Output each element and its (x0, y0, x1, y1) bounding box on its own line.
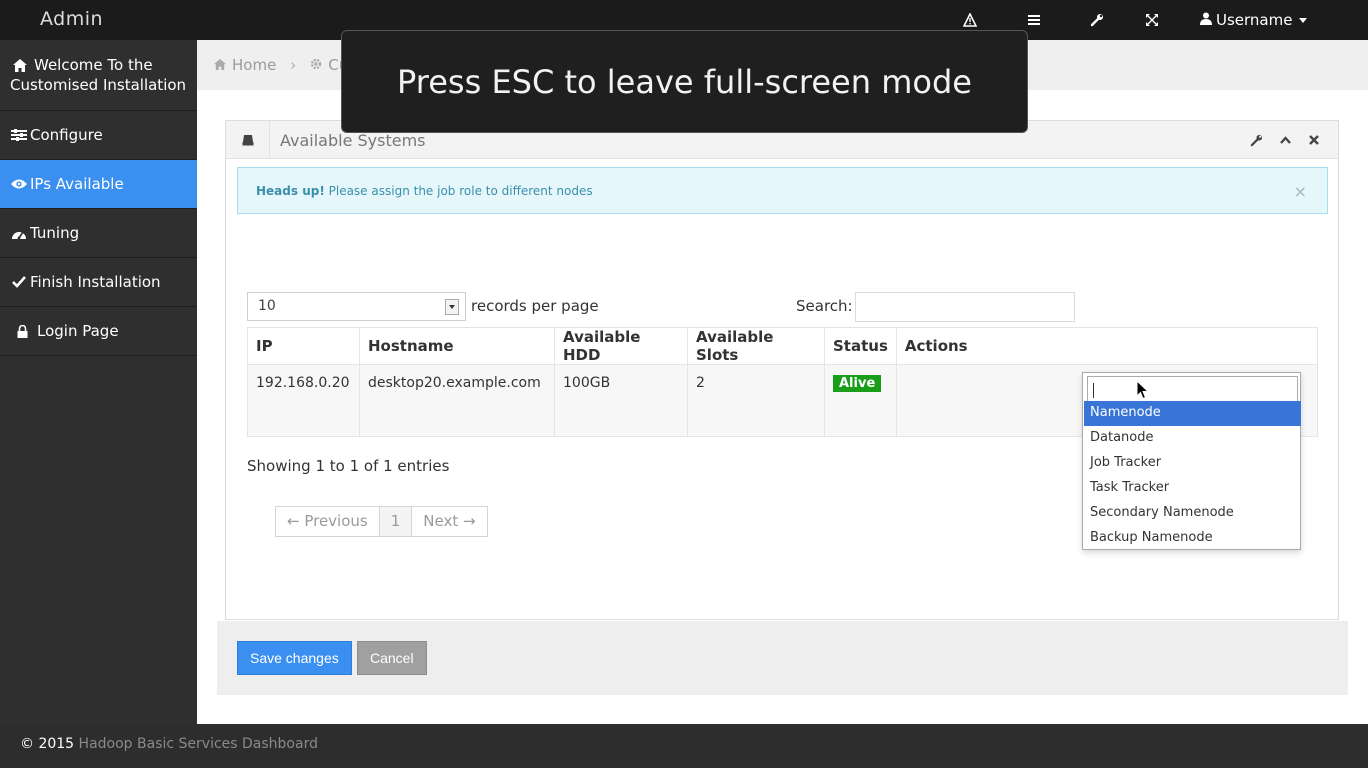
role-option-task-tracker[interactable]: Task Tracker (1084, 476, 1301, 501)
chevron-up-icon[interactable] (1278, 133, 1292, 147)
column-header[interactable]: Available HDD (554, 327, 688, 365)
page-length-select[interactable]: 10 (247, 292, 466, 321)
close-icon[interactable] (1307, 133, 1321, 147)
role-option-backup-namenode[interactable]: Backup Namenode (1084, 526, 1301, 551)
brand-title[interactable]: Admin (40, 8, 103, 30)
sidebar-item-login-page[interactable]: Login Page (0, 307, 197, 356)
fullscreen-notice: Press ESC to leave full-screen mode (341, 30, 1028, 133)
home-icon (12, 57, 28, 73)
mouse-cursor-icon (1136, 380, 1150, 400)
save-changes-button[interactable]: Save changes (237, 641, 352, 675)
breadcrumb-home-link[interactable]: Home (232, 56, 276, 74)
copyright-text: © 2015 (20, 736, 75, 752)
table-header-row: IP Hostname Available HDD Available Slot… (247, 327, 1319, 365)
table-info: Showing 1 to 1 of 1 entries (247, 457, 450, 475)
sidebar-item-label: Customised Installation (10, 76, 187, 94)
wrench-icon[interactable] (1249, 133, 1263, 147)
chevron-right-icon: › (290, 56, 297, 74)
role-option-datanode[interactable]: Datanode (1084, 426, 1301, 451)
column-header[interactable]: Status (824, 327, 897, 365)
sidebar-item-label: Configure (30, 126, 103, 144)
dashboard-icon (11, 225, 27, 241)
previous-page-button[interactable]: ← Previous (276, 507, 380, 536)
sidebar-item-welcome[interactable]: Welcome To the Customised Installation (0, 40, 197, 111)
ip-cell: 192.168.0.20 (247, 364, 360, 437)
sidebar-item-label: Finish Installation (30, 273, 161, 291)
text-caret (1093, 383, 1094, 398)
status-cell: Alive (824, 364, 897, 437)
alert-close-button[interactable]: × (1294, 182, 1307, 201)
user-icon (1200, 11, 1212, 29)
page-length-value: 10 (258, 298, 276, 314)
column-header[interactable]: Available Slots (687, 327, 825, 365)
records-per-page-label: records per page (471, 297, 599, 315)
hostname-cell: desktop20.example.com (359, 364, 555, 437)
sidebar-item-configure[interactable]: Configure (0, 111, 197, 160)
slots-cell: 2 (687, 364, 825, 437)
role-option-namenode[interactable]: Namenode (1084, 401, 1301, 426)
warning-icon[interactable] (962, 12, 978, 28)
column-header[interactable]: Hostname (359, 327, 555, 365)
chevron-down-icon (445, 299, 459, 315)
list-icon[interactable] (1026, 12, 1042, 28)
sliders-icon (11, 127, 27, 143)
sidebar-item-label: Tuning (30, 224, 80, 242)
lock-icon (14, 323, 30, 339)
page-1-button[interactable]: 1 (379, 507, 413, 536)
sidebar-item-tuning[interactable]: Tuning (0, 209, 197, 258)
status-badge: Alive (833, 375, 882, 392)
chevron-down-icon (1299, 17, 1308, 23)
panel-title: Available Systems (280, 131, 426, 150)
home-icon (214, 56, 226, 74)
role-options-list: Namenode Datanode Job Tracker Task Track… (1084, 401, 1301, 551)
alert-text: Please assign the job role to different … (328, 184, 593, 198)
sidebar-item-label: Login Page (37, 322, 119, 340)
hdd-cell: 100GB (554, 364, 688, 437)
sidebar-item-ips-available[interactable]: IPs Available (0, 160, 197, 209)
role-option-secondary-namenode[interactable]: Secondary Namenode (1084, 501, 1301, 526)
search-label: Search: (796, 297, 853, 315)
sidebar: Welcome To the Customised Installation C… (0, 40, 197, 724)
alert-strong: Heads up! (256, 184, 325, 198)
footer: © 2015 Hadoop Basic Services Dashboard (0, 724, 1368, 768)
check-icon (11, 274, 27, 290)
hdd-icon (226, 121, 270, 159)
wrench-icon[interactable] (1089, 12, 1105, 28)
pagination: ← Previous 1 Next → (275, 506, 488, 537)
info-alert: Heads up! Please assign the job role to … (237, 167, 1328, 214)
role-search-input[interactable] (1087, 376, 1298, 403)
column-header[interactable]: Actions (895, 327, 1319, 365)
form-actions: Save changes Cancel (217, 621, 1348, 695)
username-label: Username (1216, 11, 1293, 29)
role-option-job-tracker[interactable]: Job Tracker (1084, 451, 1301, 476)
next-page-button[interactable]: Next → (412, 507, 486, 536)
job-role-dropdown: Namenode Datanode Job Tracker Task Track… (1082, 372, 1301, 550)
fullscreen-icon[interactable] (1144, 12, 1160, 28)
column-header[interactable]: IP (247, 327, 360, 365)
footer-link[interactable]: Hadoop Basic Services Dashboard (79, 736, 318, 752)
sidebar-item-label: Welcome To the (34, 56, 153, 74)
search-input[interactable] (855, 292, 1075, 322)
gear-icon (310, 56, 322, 74)
cancel-button[interactable]: Cancel (357, 641, 427, 675)
sidebar-item-finish-installation[interactable]: Finish Installation (0, 258, 197, 307)
eye-icon (11, 176, 27, 192)
sidebar-item-label: IPs Available (30, 175, 124, 193)
user-menu[interactable]: Username (1200, 11, 1308, 29)
